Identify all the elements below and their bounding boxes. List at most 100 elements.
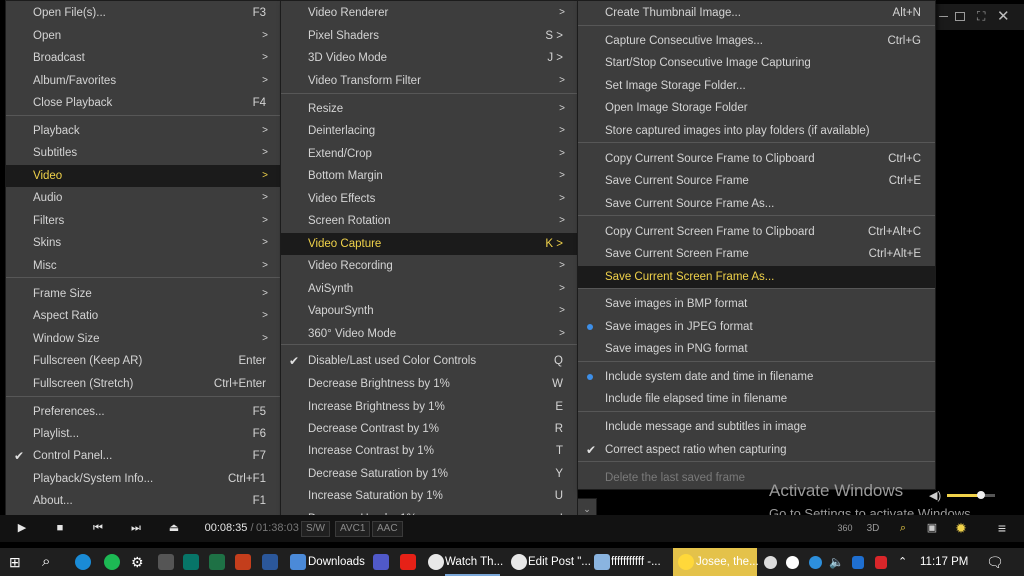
stop-button[interactable]: ■ (52, 515, 68, 542)
menu-item-include-file-elapsed-time-in-filename[interactable]: Include file elapsed time in filename (578, 388, 935, 410)
tray-g-icon[interactable] (786, 556, 799, 569)
menu-item-preferences[interactable]: Preferences... F5 (6, 401, 280, 423)
sw-badge[interactable]: S/W (301, 521, 330, 537)
taskbar-downloads[interactable]: Downloads (308, 548, 365, 576)
menu-item-playback[interactable]: Playback > (6, 120, 280, 142)
restore-icon[interactable] (955, 12, 965, 21)
menu-item-audio[interactable]: Audio > (6, 187, 280, 209)
next-button[interactable]: ⏭ (128, 515, 144, 542)
volume-knob[interactable] (976, 491, 985, 499)
menu-item-video[interactable]: Video > (6, 165, 280, 187)
clock[interactable]: 11:17 PM (920, 548, 968, 576)
teams-icon[interactable] (373, 554, 389, 570)
menu-item-video-capture[interactable]: Video Capture K > (281, 233, 577, 255)
menu-item-correct-aspect-ratio-when-capturing[interactable]: ✔ Correct aspect ratio when capturing (578, 439, 935, 461)
menu-item-decrease-contrast-by-1[interactable]: Decrease Contrast by 1% R (281, 418, 577, 440)
excel-icon[interactable] (209, 554, 225, 570)
menu-item-video-effects[interactable]: Video Effects > (281, 188, 577, 210)
menu-item-set-image-storage-folder[interactable]: Set Image Storage Folder... (578, 75, 935, 97)
menu-item-album-favorites[interactable]: Album/Favorites > (6, 70, 280, 92)
menu-item-fullscreen-keep-ar[interactable]: Fullscreen (Keep AR) Enter (6, 350, 280, 372)
publisher-icon[interactable] (183, 554, 199, 570)
speaker-icon[interactable]: 🔈 (829, 548, 844, 576)
menu-item-save-current-source-frame-as[interactable]: Save Current Source Frame As... (578, 193, 935, 215)
tray-paw-icon[interactable] (764, 556, 777, 569)
windows-start-icon[interactable]: ⊞ (9, 548, 21, 576)
volume-icon[interactable]: ◀) (929, 489, 941, 502)
menu-item-capture-consecutive-images[interactable]: Capture Consecutive Images... Ctrl+G (578, 30, 935, 52)
menu-item-broadcast[interactable]: Broadcast > (6, 47, 280, 69)
menu-item-store-captured-images-into-play-folders-if-available[interactable]: Store captured images into play folders … (578, 120, 935, 142)
menu-item-save-images-in-jpeg-format[interactable]: Save images in JPEG format (578, 316, 935, 338)
menu-item-control-panel[interactable]: ✔ Control Panel... F7 (6, 445, 280, 467)
taskbar-edit-post[interactable]: Edit Post "... (528, 548, 591, 576)
menu-item-fullscreen-stretch[interactable]: Fullscreen (Stretch) Ctrl+Enter (6, 373, 280, 395)
menu-item-deinterlacing[interactable]: Deinterlacing > (281, 120, 577, 142)
menu-item-save-current-source-frame[interactable]: Save Current Source Frame Ctrl+E (578, 170, 935, 192)
menu-item-start-stop-consecutive-image-capturing[interactable]: Start/Stop Consecutive Image Capturing (578, 52, 935, 74)
menu-item-save-current-screen-frame[interactable]: Save Current Screen Frame Ctrl+Alt+E (578, 243, 935, 265)
menu-item-resize[interactable]: Resize > (281, 98, 577, 120)
menu-item-pixel-shaders[interactable]: Pixel Shaders S > (281, 25, 577, 47)
taskbar-josee[interactable]: Josee, the... (696, 548, 759, 576)
video-codec-badge[interactable]: AVC1 (335, 521, 371, 537)
menu-item-skins[interactable]: Skins > (6, 232, 280, 254)
notepad-icon[interactable] (594, 554, 610, 570)
menu-item-playback-system-info[interactable]: Playback/System Info... Ctrl+F1 (6, 468, 280, 490)
close-icon[interactable]: ✕ (997, 7, 1010, 25)
menu-item-close-playback[interactable]: Close Playback F4 (6, 92, 280, 114)
3d-button[interactable]: 3D (864, 515, 882, 542)
menu-item-video-recording[interactable]: Video Recording > (281, 255, 577, 277)
menu-item-decrease-brightness-by-1[interactable]: Decrease Brightness by 1% W (281, 373, 577, 395)
menu-item-vapoursynth[interactable]: VapourSynth > (281, 300, 577, 322)
taskbar-watch[interactable]: Watch Th... (445, 548, 503, 576)
youtube-icon[interactable] (400, 554, 416, 570)
chrome-icon[interactable] (511, 554, 527, 570)
menu-item-increase-contrast-by-1[interactable]: Increase Contrast by 1% T (281, 440, 577, 462)
menu-item-include-message-and-subtitles-in-image[interactable]: Include message and subtitles in image (578, 416, 935, 438)
menu-item-3d-video-mode[interactable]: 3D Video Mode J > (281, 47, 577, 69)
minimize-icon[interactable] (939, 16, 948, 17)
edge-icon[interactable] (75, 554, 91, 570)
settings-gear-icon[interactable]: ⚙ (131, 548, 144, 576)
vr-360-button[interactable]: 360 (835, 515, 855, 542)
menu-item-screen-rotation[interactable]: Screen Rotation > (281, 210, 577, 232)
menu-item-copy-current-source-frame-to-clipboard[interactable]: Copy Current Source Frame to Clipboard Ct… (578, 148, 935, 170)
menu-icon[interactable]: ≡ (994, 515, 1010, 542)
chrome-icon[interactable] (428, 554, 444, 570)
menu-item-open[interactable]: Open > (6, 25, 280, 47)
menu-item-video-renderer[interactable]: Video Renderer > (281, 2, 577, 24)
menu-item-create-thumbnail-image[interactable]: Create Thumbnail Image... Alt+N (578, 2, 935, 24)
tray-chevron-icon[interactable]: ⌃ (898, 548, 907, 576)
word-icon[interactable] (262, 554, 278, 570)
notifications-icon[interactable]: 🗨 (986, 548, 1004, 576)
settings-gear-icon[interactable]: ✹ (952, 515, 970, 542)
menu-item-save-images-in-png-format[interactable]: Save images in PNG format (578, 338, 935, 360)
menu-item-copy-current-screen-frame-to-clipboard[interactable]: Copy Current Screen Frame to Clipboard Ct… (578, 221, 935, 243)
tray-vpn-icon[interactable] (809, 556, 822, 569)
audio-codec-badge[interactable]: AAC (372, 521, 403, 537)
taskbar-notepad[interactable]: fffffffffff -... (611, 548, 661, 576)
tray-shield-icon[interactable] (852, 556, 864, 569)
menu-item-include-system-date-and-time-in-filename[interactable]: Include system date and time in filename (578, 366, 935, 388)
playlist-icon[interactable]: ▣ (924, 515, 940, 542)
menu-item-misc[interactable]: Misc > (6, 255, 280, 277)
menu-item-about[interactable]: About... F1 (6, 490, 280, 512)
menu-item-increase-saturation-by-1[interactable]: Increase Saturation by 1% U (281, 485, 577, 507)
menu-item-decrease-saturation-by-1[interactable]: Decrease Saturation by 1% Y (281, 463, 577, 485)
menu-item-360-video-mode[interactable]: 360° Video Mode > (281, 323, 577, 345)
powerpoint-icon[interactable] (235, 554, 251, 570)
menu-item-playlist[interactable]: Playlist... F6 (6, 423, 280, 445)
search-icon[interactable]: ⌕ (894, 515, 912, 542)
menu-item-filters[interactable]: Filters > (6, 210, 280, 232)
menu-item-save-current-screen-frame-as[interactable]: Save Current Screen Frame As... (578, 266, 935, 288)
volume-slider[interactable] (947, 491, 995, 499)
previous-button[interactable]: ⏮ (90, 515, 106, 542)
menu-item-increase-brightness-by-1[interactable]: Increase Brightness by 1% E (281, 396, 577, 418)
menu-item-save-images-in-bmp-format[interactable]: Save images in BMP format (578, 293, 935, 315)
menu-item-open-image-storage-folder[interactable]: Open Image Storage Folder (578, 97, 935, 119)
spotify-icon[interactable] (104, 554, 120, 570)
tray-flag-icon[interactable] (875, 556, 887, 569)
menu-item-avisynth[interactable]: AviSynth > (281, 278, 577, 300)
menu-item-video-transform-filter[interactable]: Video Transform Filter > (281, 70, 577, 92)
